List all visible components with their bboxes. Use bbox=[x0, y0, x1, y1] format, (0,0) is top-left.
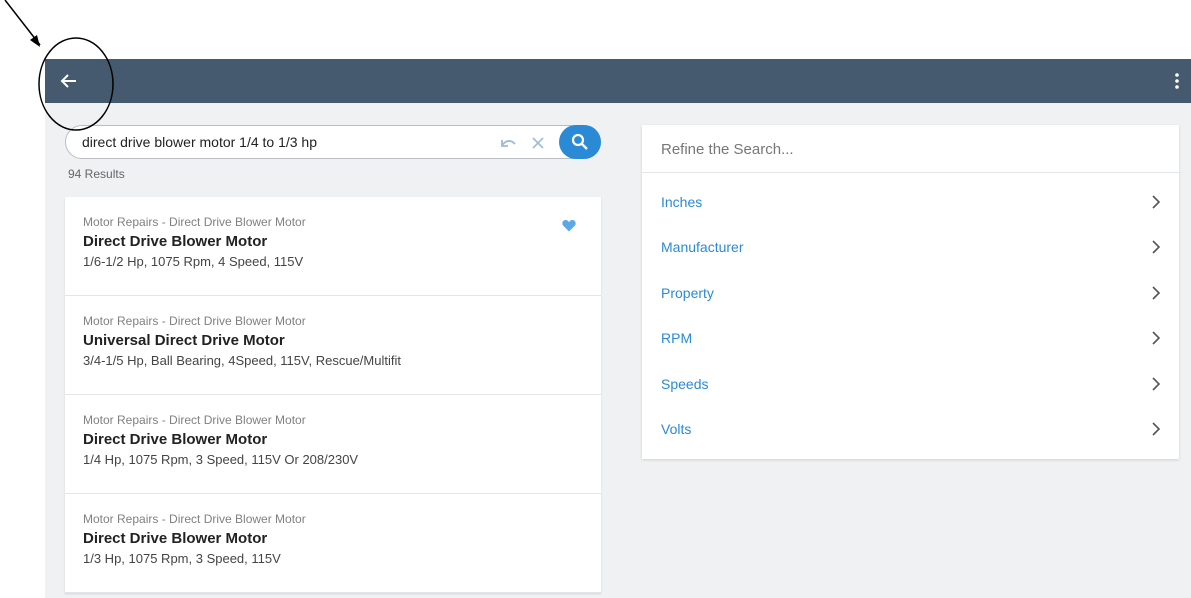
clear-search-button[interactable] bbox=[528, 133, 548, 153]
refine-item-property[interactable]: Property bbox=[642, 270, 1179, 316]
chevron-right-icon bbox=[1152, 377, 1161, 391]
search-icon bbox=[571, 133, 588, 150]
chevron-right-icon bbox=[1152, 286, 1161, 300]
refine-item-label: RPM bbox=[661, 330, 693, 347]
favorite-button[interactable] bbox=[561, 217, 577, 233]
undo-icon bbox=[501, 140, 516, 147]
result-description: 1/6-1/2 Hp, 1075 Rpm, 4 Speed, 115V bbox=[83, 254, 304, 269]
result-item[interactable]: Motor Repairs - Direct Drive Blower Moto… bbox=[65, 395, 601, 494]
chevron-right-icon bbox=[1152, 422, 1161, 436]
back-button[interactable] bbox=[53, 65, 85, 97]
search-box bbox=[65, 125, 601, 159]
result-category: Motor Repairs - Direct Drive Blower Moto… bbox=[83, 413, 306, 427]
results-list: Motor Repairs - Direct Drive Blower Moto… bbox=[65, 197, 601, 593]
result-category: Motor Repairs - Direct Drive Blower Moto… bbox=[83, 215, 306, 229]
search-input[interactable] bbox=[82, 130, 472, 154]
refine-header: Refine the Search... bbox=[642, 125, 1179, 173]
result-title: Direct Drive Blower Motor bbox=[83, 233, 268, 250]
result-description: 3/4-1/5 Hp, Ball Bearing, 4Speed, 115V, … bbox=[83, 353, 401, 368]
result-description: 1/3 Hp, 1075 Rpm, 3 Speed, 115V bbox=[83, 551, 281, 566]
refine-panel: Refine the Search... Inches Manufacturer… bbox=[642, 125, 1179, 459]
result-description: 1/4 Hp, 1075 Rpm, 3 Speed, 115V Or 208/2… bbox=[83, 452, 359, 467]
more-vert-icon bbox=[1175, 73, 1179, 89]
refine-item-label: Manufacturer bbox=[661, 239, 744, 256]
refine-item-label: Speeds bbox=[661, 375, 709, 392]
refine-item-label: Volts bbox=[661, 421, 692, 438]
refine-item-inches[interactable]: Inches bbox=[642, 179, 1179, 225]
main-content: 94 Results Motor Repairs - Direct Drive … bbox=[45, 103, 1191, 598]
result-title: Direct Drive Blower Motor bbox=[83, 431, 268, 448]
refine-item-manufacturer[interactable]: Manufacturer bbox=[642, 225, 1179, 271]
heart-icon bbox=[562, 219, 576, 231]
app-page: 94 Results Motor Repairs - Direct Drive … bbox=[0, 0, 1191, 598]
chevron-right-icon bbox=[1152, 240, 1161, 254]
chevron-right-icon bbox=[1152, 195, 1161, 209]
result-category: Motor Repairs - Direct Drive Blower Moto… bbox=[83, 512, 306, 526]
refine-list: Inches Manufacturer Property RPM Speeds … bbox=[642, 173, 1179, 452]
refine-item-speeds[interactable]: Speeds bbox=[642, 361, 1179, 407]
refine-item-label: Property bbox=[661, 284, 714, 301]
result-title: Universal Direct Drive Motor bbox=[83, 332, 285, 349]
result-item[interactable]: Motor Repairs - Direct Drive Blower Moto… bbox=[65, 296, 601, 395]
result-category: Motor Repairs - Direct Drive Blower Moto… bbox=[83, 314, 306, 328]
more-menu-button[interactable] bbox=[1167, 65, 1187, 97]
close-icon bbox=[532, 137, 544, 149]
search-button[interactable] bbox=[559, 125, 601, 159]
refine-item-volts[interactable]: Volts bbox=[642, 407, 1179, 453]
undo-button[interactable] bbox=[497, 133, 519, 153]
chevron-right-icon bbox=[1152, 331, 1161, 345]
arrow-left-icon bbox=[60, 74, 76, 88]
result-title: Direct Drive Blower Motor bbox=[83, 530, 268, 547]
app-bar bbox=[45, 59, 1191, 103]
refine-item-rpm[interactable]: RPM bbox=[642, 316, 1179, 362]
results-count: 94 Results bbox=[68, 167, 125, 181]
refine-item-label: Inches bbox=[661, 193, 703, 210]
result-item[interactable]: Motor Repairs - Direct Drive Blower Moto… bbox=[65, 197, 601, 296]
result-item[interactable]: Motor Repairs - Direct Drive Blower Moto… bbox=[65, 494, 601, 593]
